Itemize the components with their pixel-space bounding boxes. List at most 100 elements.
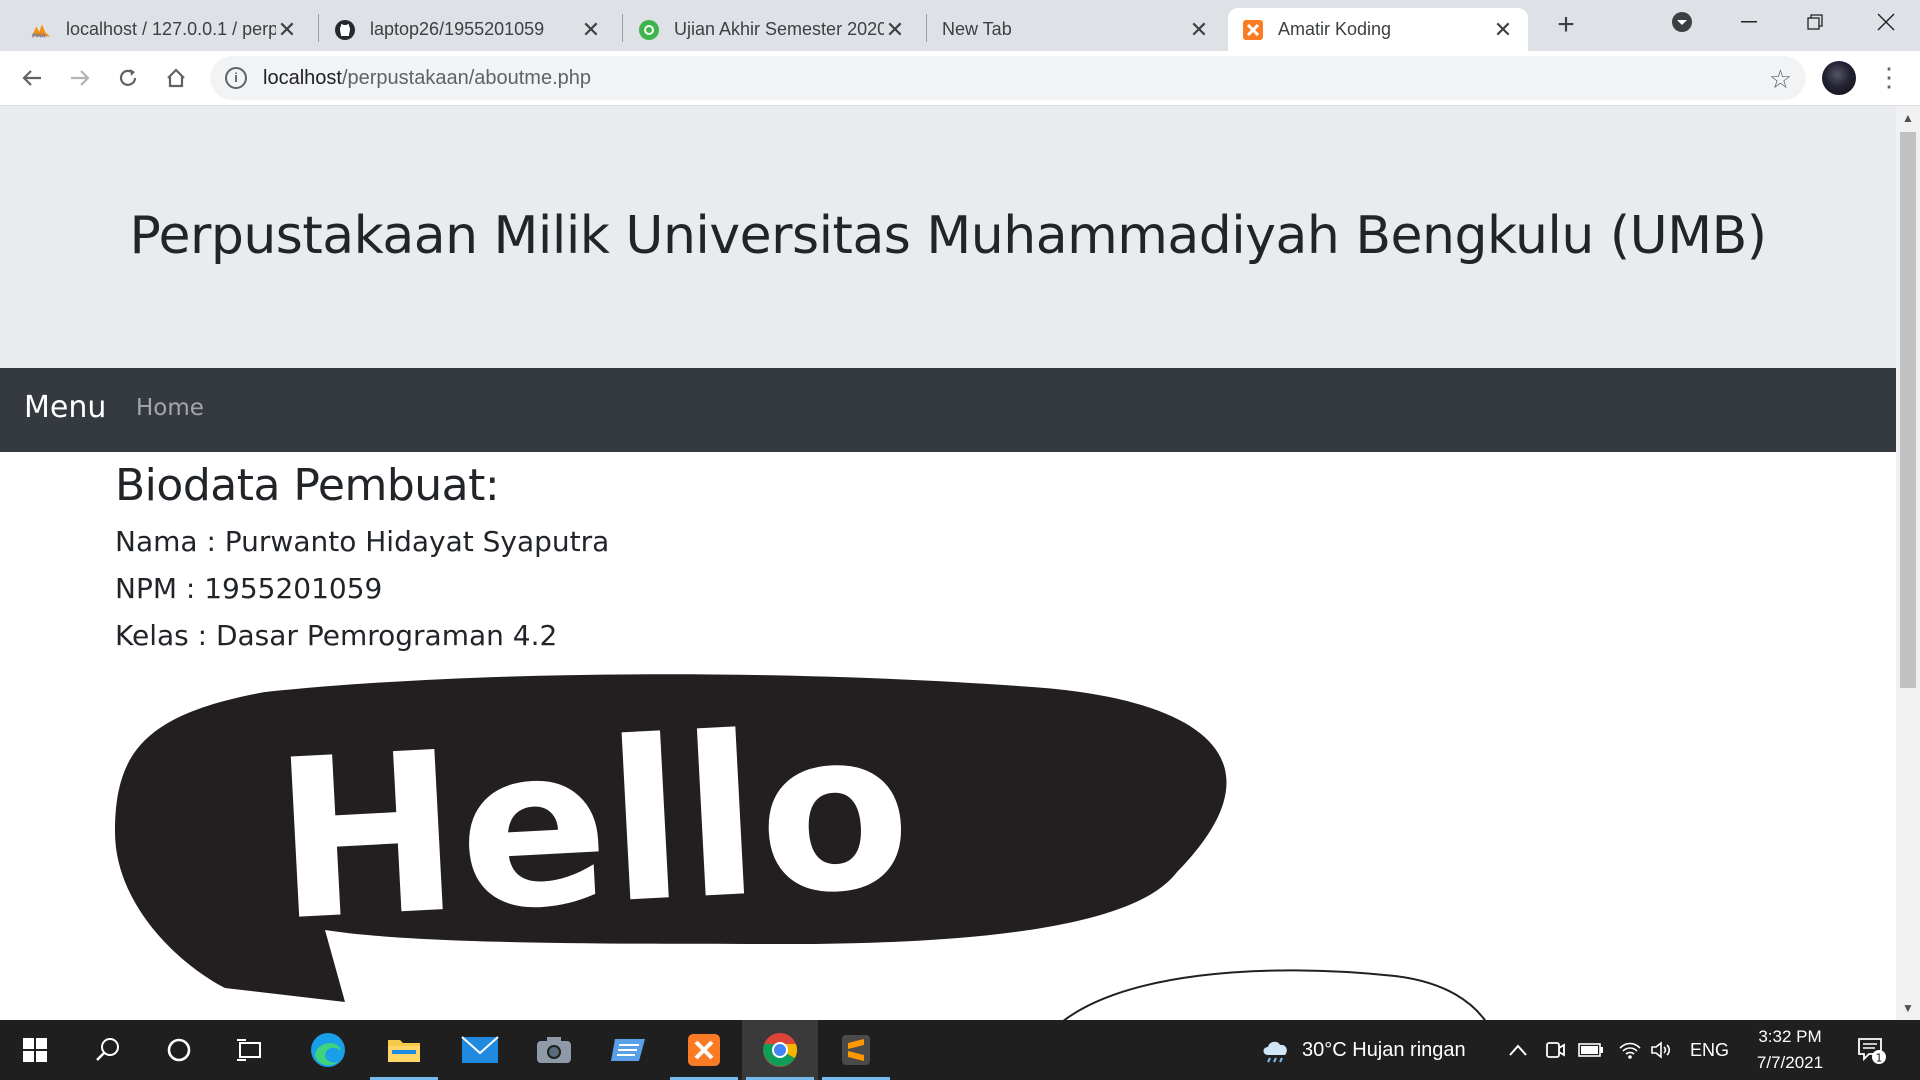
notepad-app-icon (611, 1039, 645, 1061)
windows-logo-icon (23, 1038, 47, 1062)
reload-button[interactable] (109, 59, 147, 97)
new-tab-button[interactable]: + (1548, 8, 1584, 44)
navbar-brand[interactable]: Menu (24, 390, 106, 425)
sublime-text-icon (842, 1035, 870, 1065)
home-button[interactable] (157, 59, 195, 97)
url-path: /perpustakaan/aboutme.php (341, 66, 592, 89)
tab-ujian[interactable]: Ujian Akhir Semester 2020 ✕ (624, 8, 920, 51)
close-tab-icon[interactable]: ✕ (1492, 17, 1514, 43)
notification-icon: 1 (1858, 1038, 1886, 1065)
close-tab-icon[interactable]: ✕ (884, 17, 906, 43)
notification-count: 1 (1876, 1052, 1883, 1065)
battery-icon (1578, 1043, 1603, 1057)
tray-battery[interactable] (1578, 1020, 1604, 1080)
tab-title: localhost / 127.0.0.1 / perp (66, 19, 276, 39)
taskbar-edge[interactable] (290, 1020, 366, 1080)
address-bar[interactable]: i localhost/perpustakaan/aboutme.php ☆ (210, 56, 1806, 100)
tab-separator (318, 14, 319, 42)
taskbar-clock[interactable]: 3:32 PM 7/7/2021 (1740, 1024, 1840, 1076)
camera-icon (537, 1037, 571, 1063)
info-icon[interactable]: i (225, 67, 247, 89)
folder-icon (388, 1040, 420, 1062)
tray-wifi[interactable] (1618, 1020, 1642, 1080)
taskbar-app-blue[interactable] (590, 1020, 666, 1080)
tray-meet-now[interactable] (1544, 1020, 1566, 1080)
page-scrollbar[interactable]: ▲ ▼ (1896, 106, 1920, 1020)
tab-new-tab[interactable]: New Tab ✕ (928, 8, 1224, 51)
search-button[interactable] (70, 1020, 146, 1080)
close-tab-icon[interactable]: ✕ (580, 17, 602, 43)
hello-speech-bubble-image: Hello (115, 672, 1575, 1020)
task-view-button[interactable] (212, 1020, 288, 1080)
tab-title: laptop26/1955201059 (370, 19, 545, 39)
cortana-button[interactable] (146, 1020, 212, 1080)
navbar: Menu Home (0, 368, 1896, 452)
task-view-icon (237, 1039, 261, 1061)
taskbar-sublime-text[interactable] (818, 1020, 894, 1080)
action-center-button[interactable]: 1 (1856, 1020, 1886, 1080)
taskbar-mail[interactable] (442, 1020, 518, 1080)
reload-icon (119, 69, 137, 86)
forward-button[interactable] (61, 59, 99, 97)
tab-title: New Tab (942, 19, 1012, 39)
tab-title: Ujian Akhir Semester 2020 (674, 19, 884, 39)
restore-button[interactable] (1790, 0, 1840, 44)
weather-text: 30°C Hujan ringan (1302, 1038, 1466, 1061)
search-icon (96, 1038, 119, 1061)
taskbar-xampp[interactable] (666, 1020, 742, 1080)
arrow-left-icon (22, 70, 41, 86)
url-host: localhost (263, 66, 342, 89)
taskbar-camera[interactable] (516, 1020, 592, 1080)
rain-cloud-icon (1263, 1041, 1287, 1063)
start-button[interactable] (0, 1020, 70, 1080)
chevron-down-circle-icon (1672, 12, 1692, 32)
hello-text: Hello (268, 681, 916, 970)
page-title: Perpustakaan Milik Universitas Muhammadi… (129, 206, 1767, 266)
mail-envelope-icon (461, 1036, 499, 1063)
weather-widget[interactable]: 30°C Hujan ringan (1260, 1020, 1466, 1080)
taskbar-file-explorer[interactable] (366, 1020, 442, 1080)
biodata-heading: Biodata Pembuat: (115, 460, 500, 511)
close-window-button[interactable] (1860, 0, 1912, 44)
tray-volume[interactable] (1650, 1020, 1674, 1080)
bookmark-star-icon[interactable]: ☆ (1769, 64, 1792, 95)
page-viewport: Perpustakaan Milik Universitas Muhammadi… (0, 106, 1896, 1020)
tab-amatir-koding[interactable]: Amatir Koding ✕ (1228, 8, 1528, 51)
meet-now-icon (1546, 1042, 1565, 1058)
close-tab-icon[interactable]: ✕ (1188, 17, 1210, 43)
speaker-icon (1651, 1041, 1671, 1059)
xampp-icon (1242, 19, 1264, 41)
taskbar-chrome[interactable] (742, 1020, 818, 1080)
biodata-section: Biodata Pembuat: Nama : Purwanto Hidayat… (115, 452, 1215, 652)
close-tab-icon[interactable]: ✕ (276, 17, 298, 43)
tab-phpmyadmin[interactable]: PMA localhost / 127.0.0.1 / perp ✕ (16, 8, 312, 51)
back-button[interactable] (13, 59, 51, 97)
scroll-down-arrow-icon[interactable]: ▼ (1896, 996, 1920, 1020)
profile-avatar[interactable] (1822, 61, 1856, 95)
cortana-circle-icon (167, 1038, 191, 1062)
home-icon (167, 68, 185, 88)
tab-github[interactable]: laptop26/1955201059 ✕ (320, 8, 616, 51)
minimize-button[interactable] (1724, 0, 1774, 44)
svg-text:PMA: PMA (32, 33, 47, 39)
tab-search-button[interactable] (1660, 0, 1704, 44)
xampp-icon (688, 1034, 720, 1066)
restore-icon (1807, 14, 1823, 30)
scroll-up-arrow-icon[interactable]: ▲ (1896, 106, 1920, 130)
nav-link-home[interactable]: Home (136, 395, 204, 421)
chevron-up-icon (1509, 1044, 1527, 1056)
moodle-icon (638, 19, 660, 41)
url-text: localhost/perpustakaan/aboutme.php (263, 67, 591, 90)
phpmyadmin-icon: PMA (30, 19, 52, 41)
close-icon (1877, 13, 1895, 31)
browser-menu-icon[interactable]: ⋮ (1876, 63, 1902, 93)
tray-chevron[interactable] (1508, 1020, 1528, 1080)
edge-browser-icon (311, 1033, 345, 1067)
tab-title: Amatir Koding (1278, 19, 1392, 39)
language-indicator[interactable]: ENG (1690, 1020, 1729, 1080)
tab-separator (926, 14, 927, 42)
chrome-icon (763, 1033, 798, 1067)
scrollbar-thumb[interactable] (1900, 132, 1916, 688)
arrow-right-icon (71, 70, 90, 86)
biodata-npm: NPM : 1955201059 (115, 572, 383, 605)
